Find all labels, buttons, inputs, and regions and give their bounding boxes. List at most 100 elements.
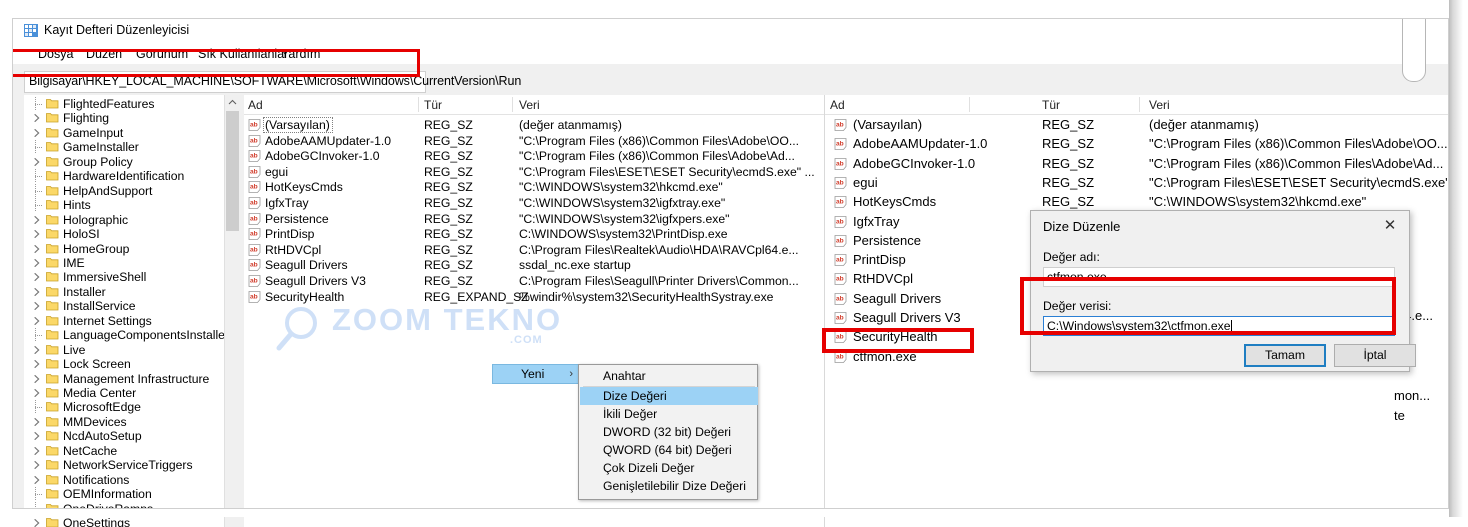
- tree-guide-dash: [35, 494, 42, 496]
- context-menu-item--ok-dizeli-de-er[interactable]: Çok Dizeli Değer: [580, 459, 758, 477]
- value-name: egui: [853, 174, 878, 190]
- svg-text:ab: ab: [250, 215, 258, 222]
- context-menu-item-qword-64-bit-de-eri[interactable]: QWORD (64 bit) Değeri: [580, 441, 758, 459]
- menu-yardim[interactable]: Yardım: [277, 46, 324, 62]
- chevron-right-icon[interactable]: [32, 229, 42, 239]
- close-icon[interactable]: ✕: [1379, 217, 1401, 235]
- string-value-icon: ab: [248, 290, 261, 303]
- value-name: Seagull Drivers: [265, 258, 348, 273]
- column-header-type[interactable]: Tür: [424, 98, 442, 112]
- chevron-right-icon[interactable]: [32, 518, 42, 527]
- folder-icon: [46, 127, 59, 138]
- folder-icon: [46, 315, 59, 326]
- value-type: REG_SZ: [424, 180, 473, 195]
- column-divider-1[interactable]: [418, 97, 419, 112]
- folder-icon: [46, 330, 59, 340]
- context-menu-item-dword-32-bit-de-eri[interactable]: DWORD (32 bit) Değeri: [580, 423, 758, 441]
- column-header-data[interactable]: Veri: [519, 98, 540, 112]
- registry-editor-client: Kayıt Defteri Düzenleyicisi Dosya Düzen …: [12, 18, 1468, 527]
- svg-text:ab: ab: [250, 293, 258, 300]
- string-value-icon: ab: [834, 119, 847, 131]
- value-data: "C:\WINDOWS\system32\hkcmd.exe": [519, 180, 723, 195]
- value-name: IgfxTray: [265, 196, 309, 210]
- chevron-right-icon[interactable]: [32, 128, 42, 138]
- context-menu-parent-yeni[interactable]: Yeni ›: [492, 364, 580, 384]
- tree-item-label: LanguageComponentsInstaller: [63, 328, 230, 343]
- registry-tree-pane[interactable]: FlightedFeatures Flighting GameInput GameIn…: [24, 95, 240, 527]
- chevron-right-icon[interactable]: [32, 287, 42, 297]
- string-value-icon: ab: [834, 331, 847, 344]
- value-data: C:\Program Files\Realtek\Audio\HDA\RAVCp…: [519, 242, 799, 257]
- value-name: RtHDVCpl: [265, 242, 322, 257]
- column-header-type-right[interactable]: Tür: [1042, 98, 1060, 112]
- column-header-name-right[interactable]: Ad: [830, 98, 845, 112]
- svg-text:ab: ab: [250, 246, 258, 253]
- top-margin: [0, 0, 1468, 18]
- value-type: REG_SZ: [424, 258, 473, 273]
- value-name: AdobeGCInvoker-1.0: [265, 149, 380, 164]
- svg-text:ab: ab: [836, 141, 844, 148]
- chevron-right-icon[interactable]: [32, 374, 42, 384]
- tree-guide-dash: [35, 104, 42, 105]
- chevron-right-icon[interactable]: [32, 244, 42, 254]
- column-header-data-right[interactable]: Veri: [1149, 98, 1170, 112]
- svg-text:ab: ab: [250, 200, 258, 207]
- string-value-icon: ab: [834, 138, 847, 151]
- string-value-icon: ab: [248, 197, 261, 209]
- column-divider-3[interactable]: [969, 97, 970, 112]
- string-value-icon: ab: [834, 312, 847, 324]
- chevron-right-icon[interactable]: [32, 446, 42, 456]
- menu-gorunum[interactable]: Görünüm: [132, 46, 192, 62]
- svg-text:ab: ab: [836, 334, 844, 341]
- context-submenu-new[interactable]: Anahtar Dize Değeri İkili Değer DWORD (32 b…: [578, 364, 758, 500]
- scroll-up-icon[interactable]: [228, 98, 237, 107]
- chevron-right-icon[interactable]: [32, 316, 42, 326]
- value-type: REG_SZ: [424, 227, 473, 242]
- chevron-right-icon[interactable]: [32, 272, 42, 282]
- svg-text:ab: ab: [836, 199, 844, 206]
- screenshot-root: Kayıt Defteri Düzenleyicisi Dosya Düzen …: [0, 0, 1468, 527]
- context-menu-item-anahtar[interactable]: Anahtar: [580, 367, 758, 385]
- chevron-right-icon[interactable]: [32, 113, 42, 123]
- column-divider-4[interactable]: [1139, 97, 1140, 112]
- chevron-right-icon[interactable]: [32, 359, 42, 369]
- menu-dosya[interactable]: Dosya: [34, 46, 77, 62]
- address-bar[interactable]: Bilgisayar\HKEY_LOCAL_MACHINE\SOFTWARE\M…: [24, 71, 521, 93]
- chevron-right-icon[interactable]: [32, 301, 42, 311]
- chevron-right-icon[interactable]: [32, 475, 42, 485]
- value-type: REG_SZ: [424, 196, 473, 210]
- chevron-right-icon[interactable]: [32, 417, 42, 427]
- chevron-right-icon[interactable]: [32, 215, 42, 225]
- value-name: Persistence: [265, 211, 329, 226]
- chevron-right-icon[interactable]: [32, 431, 42, 441]
- value-data-text: C:\Windows\system32\ctfmon.exe: [1047, 319, 1231, 333]
- column-divider-2[interactable]: [512, 97, 513, 112]
- menu-duzen[interactable]: Düzen: [82, 46, 126, 62]
- chevron-right-icon[interactable]: [32, 460, 42, 470]
- column-header-name[interactable]: Ad: [248, 98, 263, 112]
- value-name-input[interactable]: ctfmon.exe: [1043, 267, 1395, 287]
- tree-scrollbar[interactable]: [224, 95, 240, 527]
- string-value-icon: ab: [248, 181, 261, 194]
- value-data-input[interactable]: C:\Windows\system32\ctfmon.exe: [1043, 316, 1395, 336]
- svg-text:ab: ab: [250, 262, 258, 269]
- context-menu-item-dize-de-eri[interactable]: Dize Değeri: [580, 387, 758, 405]
- folder-icon: [46, 99, 59, 109]
- chevron-right-icon[interactable]: [32, 258, 42, 268]
- chevron-right-icon[interactable]: [32, 345, 42, 355]
- value-data-tail: mon...: [1394, 388, 1431, 403]
- string-value-icon: ab: [248, 212, 261, 225]
- chevron-right-icon[interactable]: [32, 157, 42, 167]
- page-scrollbar-thumb[interactable]: [1402, 8, 1426, 82]
- cancel-button[interactable]: İptal: [1334, 344, 1416, 367]
- value-data: %windir%\system32\SecurityHealthSystray.…: [519, 289, 774, 304]
- context-menu-item-i-kili-de-er[interactable]: İkili Değer: [580, 405, 758, 423]
- tree-scrollbar-thumb[interactable]: [226, 111, 239, 231]
- address-bar-value: Bilgisayar\HKEY_LOCAL_MACHINE\SOFTWARE\M…: [29, 74, 522, 88]
- value-type: REG_SZ: [1042, 117, 1095, 132]
- ok-button[interactable]: Tamam: [1244, 344, 1326, 367]
- right-pane-divider: [824, 95, 825, 527]
- chevron-right-icon[interactable]: [32, 388, 42, 398]
- value-data: "C:\Program Files (x86)\Common Files\Ado…: [519, 133, 799, 148]
- context-menu-item-geni-letilebilir-dize-de-eri[interactable]: Genişletilebilir Dize Değeri: [580, 477, 758, 495]
